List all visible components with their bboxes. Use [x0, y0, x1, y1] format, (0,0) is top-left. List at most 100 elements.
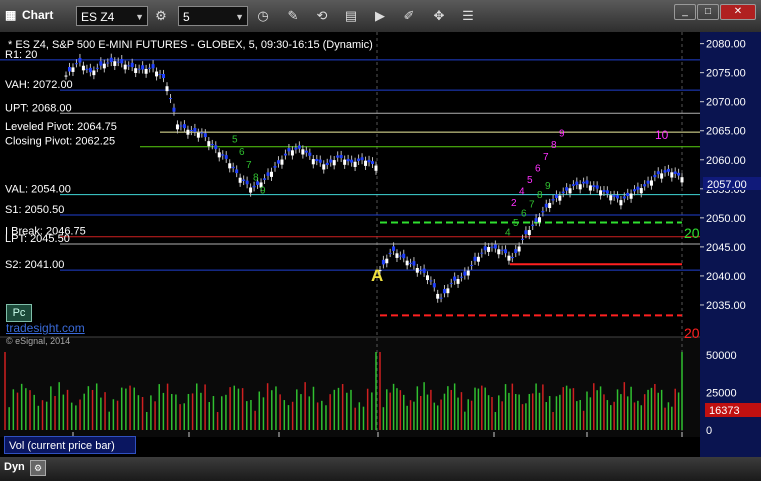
candle-body: [116, 61, 120, 63]
candle-body: [238, 177, 242, 183]
candle-body: [531, 224, 535, 226]
candle-body: [497, 249, 501, 255]
dyn-settings-icon[interactable]: ⚙: [30, 460, 46, 476]
candle-body: [200, 132, 204, 134]
symbol-input[interactable]: ES Z4 ▼: [76, 6, 148, 26]
close-button[interactable]: ✕: [720, 4, 756, 20]
candle-body: [582, 181, 586, 184]
candle-body: [493, 244, 497, 249]
candle-body: [74, 63, 78, 65]
interval-input[interactable]: 5 ▼: [178, 6, 248, 26]
brand-link[interactable]: tradesight.com: [6, 321, 85, 335]
candle-body: [106, 62, 110, 64]
candle-body: [315, 159, 319, 162]
candle-body: [385, 258, 389, 264]
candle-body: [419, 270, 423, 272]
dyn-label[interactable]: Dyn: [4, 461, 25, 473]
chart-list-icon[interactable]: ☰: [459, 7, 477, 25]
candle-body: [95, 67, 99, 69]
maximize-button[interactable]: □: [697, 4, 719, 20]
candle-body: [395, 253, 399, 258]
play-icon[interactable]: ▶: [371, 7, 389, 25]
candle-body: [336, 155, 340, 158]
candle-body: [148, 67, 152, 69]
price-tick-label: 2060.00: [706, 155, 746, 167]
candle-body: [294, 147, 298, 150]
window-titlebar: ▦ Chart ES Z4 ▼ ⚙ 5 ▼ ◷ ✎ ⟲ ▤ ▶ ✐ ✥ ☰ _ □ …: [0, 0, 761, 33]
candle-body: [500, 249, 504, 251]
candle-body: [290, 150, 294, 156]
candle-body: [221, 154, 225, 156]
candle-body: [280, 159, 284, 165]
candle-body: [487, 247, 491, 252]
copyright-text: © eSignal, 2014: [6, 336, 71, 346]
symbol-settings-icon[interactable]: ⚙: [152, 7, 170, 25]
candle-body: [656, 171, 660, 175]
price-tick-label: 2080.00: [706, 39, 746, 51]
candle-body: [165, 86, 169, 92]
candle-body: [245, 180, 249, 185]
studies-icon[interactable]: ▤: [342, 7, 360, 25]
candle-body: [343, 159, 347, 165]
candle-body: [527, 230, 531, 236]
window-title: Chart: [22, 8, 54, 22]
chevron-down-icon: ▼: [135, 12, 144, 22]
chart-title: * ES Z4, S&P 500 E-MINI FUTURES - GLOBEX…: [8, 39, 373, 51]
clock-icon[interactable]: ◷: [254, 7, 272, 25]
price-tick-label: 2050.00: [706, 213, 746, 225]
candle-body: [168, 98, 172, 100]
candle-body: [680, 177, 684, 183]
candle-body: [392, 246, 396, 251]
candle-body: [622, 196, 626, 199]
candle-body: [151, 64, 155, 69]
candle-body: [67, 66, 71, 72]
candle-body: [517, 246, 521, 252]
candle-body: [412, 261, 416, 266]
candle-body: [127, 65, 131, 67]
candle-body: [490, 246, 494, 248]
candle-body: [629, 193, 633, 199]
candle-body: [470, 264, 474, 266]
candle-body: [332, 160, 336, 166]
candle-body: [378, 270, 382, 272]
chevron-down-icon: ▼: [235, 12, 244, 22]
candle-body: [134, 68, 138, 73]
candle-body: [449, 282, 453, 284]
cursor-icon[interactable]: ⟲: [313, 7, 331, 25]
candle-body: [266, 172, 270, 176]
candle-body: [398, 255, 402, 257]
candle-body: [534, 218, 538, 222]
candle-body: [673, 171, 677, 174]
candle-body: [602, 190, 606, 192]
candle-body: [558, 195, 562, 201]
candle-body: [273, 165, 277, 168]
candle-body: [249, 187, 253, 193]
minimize-button[interactable]: _: [674, 4, 696, 20]
candle-body: [436, 293, 440, 299]
candle-body: [113, 61, 117, 66]
price-tick-label: 2035.00: [706, 300, 746, 312]
price-tick-label: 2075.00: [706, 68, 746, 80]
pencil-icon[interactable]: ✎: [284, 7, 302, 25]
candle-body: [476, 256, 480, 262]
candle-body: [311, 159, 315, 165]
candle-body: [329, 159, 333, 163]
edit-icon[interactable]: ✐: [400, 7, 418, 25]
price-chart[interactable]: 2080.00 2075.00 2070.00 2065.00 2060.00 2055.…: [0, 32, 761, 457]
candle-body: [325, 162, 329, 165]
candle-body: [405, 260, 409, 266]
candle-body: [442, 289, 446, 294]
candle-body: [120, 59, 124, 64]
candle-body: [646, 180, 650, 184]
candle-body: [626, 192, 630, 197]
candle-body: [426, 275, 430, 281]
candle-body: [276, 160, 280, 164]
candle-body: [203, 133, 207, 138]
candle-body: [677, 172, 681, 176]
candle-body: [78, 58, 82, 63]
candle-body: [565, 187, 569, 191]
pc-button[interactable]: Pc: [6, 304, 32, 322]
candle-body: [432, 283, 436, 288]
move-icon[interactable]: ✥: [430, 7, 448, 25]
candle-body: [571, 184, 575, 186]
